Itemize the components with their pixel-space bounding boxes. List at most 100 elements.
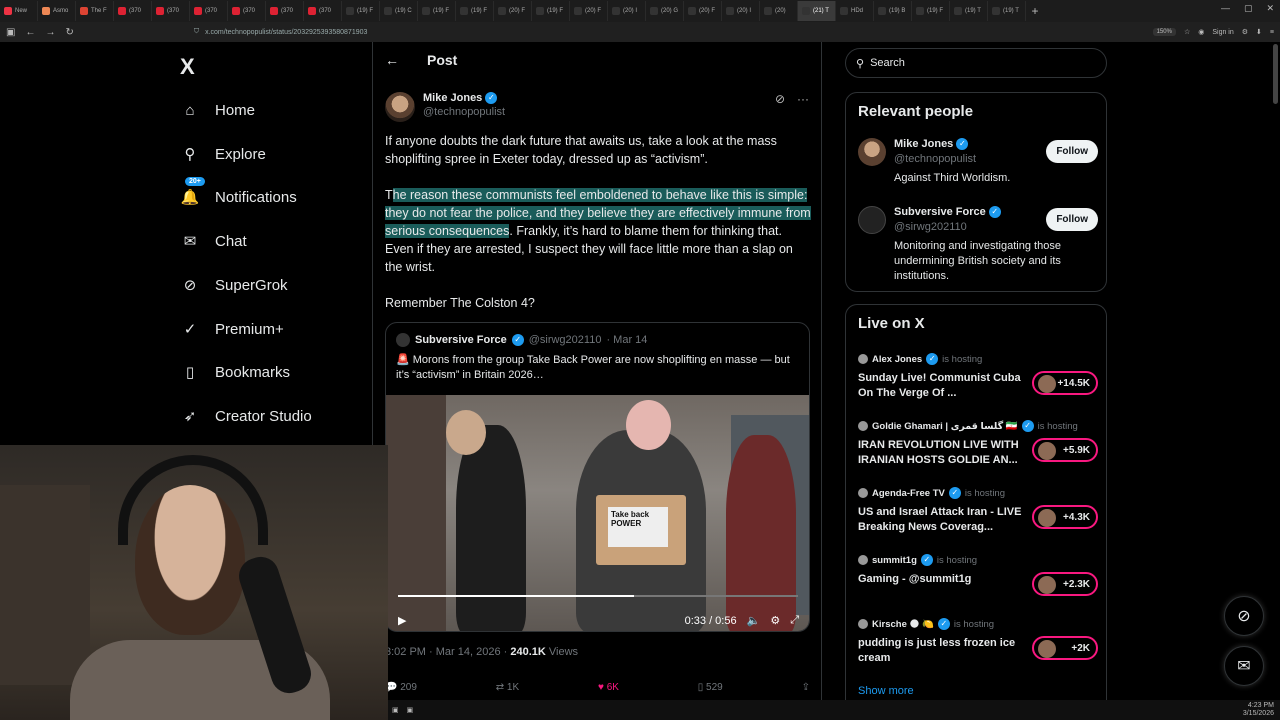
follow-button[interactable]: Follow — [1046, 140, 1098, 163]
person-name[interactable]: Subversive Force — [894, 206, 986, 218]
forward-icon[interactable]: → — [45, 27, 55, 38]
reload-icon[interactable]: ↻ — [65, 27, 73, 38]
nav-item-explore[interactable]: ⚲ Explore — [180, 144, 266, 164]
volume-icon[interactable]: 🔈 — [747, 614, 761, 627]
avatar[interactable] — [858, 138, 886, 166]
browser-tab[interactable]: New — [0, 1, 38, 21]
listener-count-pill[interactable]: +2K — [1032, 636, 1098, 660]
live-item[interactable]: Agenda-Free TV ✓ is hosting US and Israel A… — [858, 487, 1098, 535]
listener-count-pill[interactable]: +4.3K — [1032, 505, 1098, 529]
browser-tab[interactable]: (370 — [228, 1, 266, 21]
follow-button[interactable]: Follow — [1046, 208, 1098, 231]
nav-item-chat[interactable]: ✉ Chat — [180, 231, 247, 251]
menu-icon[interactable]: ≡ — [1270, 29, 1274, 36]
nav-item-notifications[interactable]: 20+ 🔔 Notifications — [180, 177, 297, 207]
browser-tab[interactable]: (19) F — [418, 1, 456, 21]
post-timestamp[interactable]: 3:02 PM · Mar 14, 2026 · — [385, 646, 510, 658]
signin-label[interactable]: Sign in — [1212, 29, 1233, 36]
browser-tab[interactable]: Asmo — [38, 1, 76, 21]
host-status: is hosting — [936, 554, 978, 566]
account-icon[interactable]: ◉ — [1198, 28, 1204, 36]
post-author[interactable]: Mike Jones ✓ @technopopulist — [385, 92, 505, 122]
browser-tab[interactable]: (370 — [152, 1, 190, 21]
nav-item-premium[interactable]: ✓ Premium+ — [180, 319, 284, 339]
browser-tab[interactable]: (19) C — [380, 1, 418, 21]
minimize-icon[interactable]: — — [1221, 3, 1230, 14]
browser-tab[interactable]: (370 — [114, 1, 152, 21]
app-icon[interactable]: ▣ — [392, 706, 399, 714]
listener-count-pill[interactable]: +14.5K — [1032, 371, 1098, 395]
nav-item-bookmarks[interactable]: ▯ Bookmarks — [180, 362, 290, 382]
live-item[interactable]: summit1g ✓ is hosting Gaming - @summit1g +2.… — [858, 554, 1098, 596]
grok-fab-icon[interactable]: ⊘ — [1224, 596, 1264, 636]
browser-tab[interactable]: The F — [76, 1, 114, 21]
browser-tab[interactable]: (20) F — [684, 1, 722, 21]
video-player[interactable]: Take back POWER ▶ 0:33 / 0:56 🔈 ⚙ ⤢ — [386, 395, 809, 631]
settings-icon[interactable]: ⚙ — [770, 614, 780, 627]
author-name[interactable]: Mike Jones — [423, 92, 482, 104]
back-icon[interactable]: ← — [25, 27, 35, 38]
browser-tab[interactable]: HDd — [836, 1, 874, 21]
browser-tab[interactable]: (19) F — [342, 1, 380, 21]
reply-button[interactable]: 💬 209 — [385, 682, 417, 693]
search-input[interactable]: ⚲ Search — [845, 48, 1107, 78]
repost-button[interactable]: ⇄ 1K — [496, 682, 519, 693]
back-arrow-icon[interactable]: ← — [385, 52, 399, 68]
messages-fab-icon[interactable]: ✉ — [1224, 646, 1264, 686]
like-button[interactable]: ♥ 6K — [598, 682, 619, 693]
browser-tab[interactable]: (19) T — [988, 1, 1026, 21]
listener-count-pill[interactable]: +5.9K — [1032, 438, 1098, 462]
maximize-icon[interactable]: ▢ — [1244, 3, 1253, 14]
show-more-link[interactable]: Show more — [858, 685, 914, 697]
browser-tab[interactable]: (19) F — [456, 1, 494, 21]
live-item[interactable]: Alex Jones ✓ is hosting Sunday Live! Commun… — [858, 353, 1098, 401]
play-icon[interactable]: ▶ — [398, 614, 406, 627]
browser-tab[interactable]: (20) I — [722, 1, 760, 21]
browser-tab[interactable]: (20) G — [646, 1, 684, 21]
browser-tab[interactable]: (19) B — [874, 1, 912, 21]
avatar[interactable] — [385, 92, 415, 122]
browser-tab[interactable]: (19) F — [912, 1, 950, 21]
live-item[interactable]: Goldie Ghamari | گلسا قمری 🇮🇷 ✓ is hosting… — [858, 420, 1098, 468]
live-item[interactable]: Kirsche 🌑 🍋 ✓ is hosting pudding is just le… — [858, 618, 1098, 666]
browser-tab[interactable]: (20) — [760, 1, 798, 21]
browser-tab[interactable]: (19) F — [532, 1, 570, 21]
browser-tab[interactable]: (20) F — [570, 1, 608, 21]
nav-item-creator-studio[interactable]: ➶ Creator Studio — [180, 406, 312, 426]
browser-tab[interactable]: (19) T — [950, 1, 988, 21]
zoom-indicator[interactable]: 150% — [1152, 28, 1176, 36]
extensions-icon[interactable]: ⚙ — [1242, 28, 1248, 36]
new-tab-icon[interactable]: + — [1026, 4, 1044, 18]
sidebar-toggle-icon[interactable]: ▣ — [6, 27, 15, 38]
nav-item-home[interactable]: ⌂ Home — [180, 100, 255, 120]
close-icon[interactable]: ✕ — [1266, 3, 1274, 14]
bookmark-button[interactable]: ▯ 529 — [698, 682, 723, 693]
browser-tab[interactable]: (20) F — [494, 1, 532, 21]
nav-item-supergrok[interactable]: ⊘ SuperGrok — [180, 275, 288, 295]
more-options-icon[interactable]: ··· — [797, 92, 809, 106]
avatar[interactable] — [858, 206, 886, 234]
browser-tab[interactable]: (370 — [266, 1, 304, 21]
scrollbar[interactable] — [1273, 44, 1278, 104]
grok-icon[interactable]: ⊘ — [775, 92, 785, 106]
browser-tab[interactable]: (20) I — [608, 1, 646, 21]
listener-count-pill[interactable]: +2.3K — [1032, 572, 1098, 596]
app-icon[interactable]: ▣ — [407, 706, 414, 714]
tab-favicon-icon — [954, 7, 962, 15]
tab-label: Asmo — [53, 8, 69, 14]
x-logo[interactable]: X — [180, 54, 195, 80]
downloads-icon[interactable]: ⬇ — [1256, 28, 1262, 36]
browser-tab[interactable]: (21) T — [798, 1, 836, 21]
address-bar[interactable]: ⛉ x.com/technopopulist/status/2032925393… — [84, 25, 1143, 40]
person-name[interactable]: Mike Jones — [894, 138, 953, 150]
person-handle[interactable]: @sirwg202110 — [894, 221, 967, 233]
star-icon[interactable]: ☆ — [1184, 28, 1190, 36]
fullscreen-icon[interactable]: ⤢ — [790, 614, 799, 627]
person-handle[interactable]: @technopopulist — [894, 153, 976, 165]
browser-tab[interactable]: (370 — [304, 1, 342, 21]
share-icon[interactable]: ⇪ — [802, 682, 810, 693]
video-progress[interactable] — [398, 595, 798, 597]
quoted-post[interactable]: Subversive Force ✓ @sirwg202110 · Mar 14… — [385, 322, 810, 632]
author-handle[interactable]: @technopopulist — [423, 106, 505, 118]
browser-tab[interactable]: (370 — [190, 1, 228, 21]
